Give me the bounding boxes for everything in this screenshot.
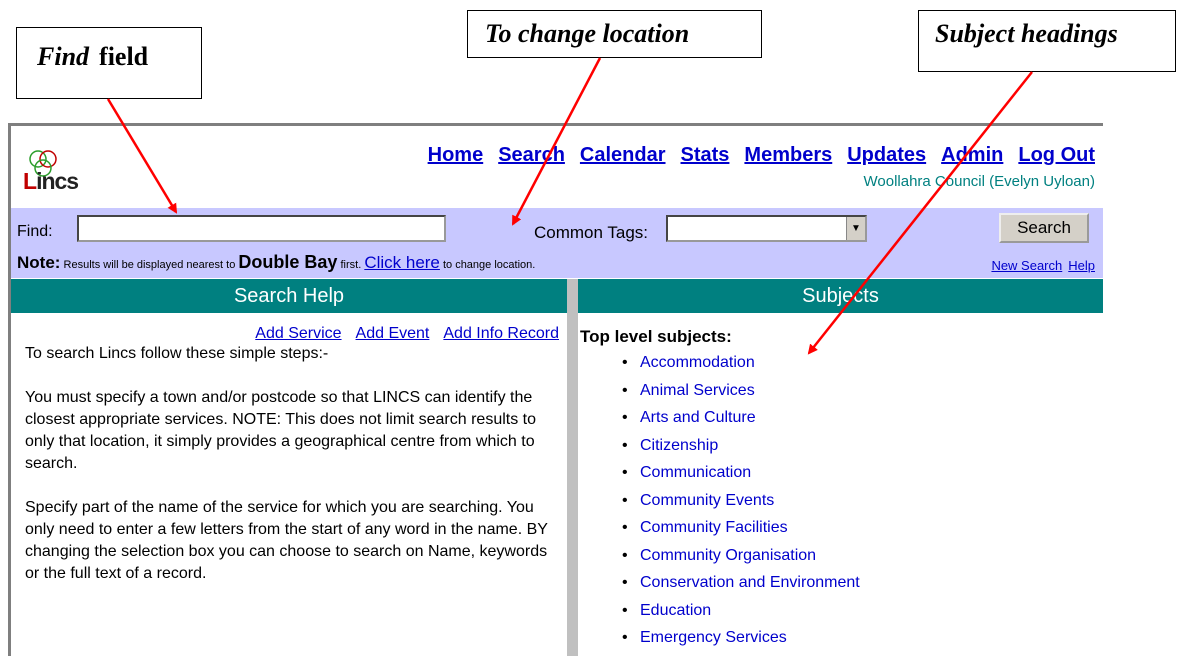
change-location-link[interactable]: Click here	[364, 253, 440, 272]
add-links: Add Service Add Event Add Info Record	[11, 313, 567, 343]
nav-admin[interactable]: Admin	[941, 144, 1003, 167]
find-input[interactable]	[77, 215, 446, 242]
nav-search[interactable]: Search	[498, 144, 565, 167]
find-bar: Find: Common Tags: ▼ Search Note: Result…	[11, 208, 1103, 278]
subject-link[interactable]: Communication	[622, 459, 1103, 487]
subject-link[interactable]: Emergency Services	[622, 624, 1103, 652]
new-search-link[interactable]: New Search	[991, 258, 1062, 273]
subjects-panel: Subjects Top level subjects: Accommodati…	[578, 279, 1103, 656]
subject-link[interactable]: Accommodation	[622, 349, 1103, 377]
help-link[interactable]: Help	[1068, 258, 1095, 273]
help-paragraph: Specify part of the name of the service …	[25, 499, 548, 582]
callout-subject-headings: Subject headings	[918, 10, 1176, 72]
callout-find-italic: Find	[37, 42, 90, 71]
subjects-heading: Subjects	[578, 279, 1103, 313]
common-tags-label: Common Tags:	[534, 223, 649, 242]
callout-change-location: To change location	[467, 10, 762, 58]
help-text: To search Lincs follow these simple step…	[11, 343, 567, 585]
subjects-title: Top level subjects:	[580, 327, 732, 346]
user-info: Woollahra Council (Evelyn Uyloan)	[863, 173, 1096, 190]
subject-link[interactable]: Animal Services	[622, 377, 1103, 405]
location-note: Note: Results will be displayed nearest …	[17, 252, 536, 272]
add-service-link[interactable]: Add Service	[255, 325, 341, 342]
utility-links: New Search Help	[985, 258, 1095, 273]
subject-link[interactable]: Arts and Culture	[622, 404, 1103, 432]
subject-link[interactable]: Community Events	[622, 487, 1103, 515]
search-help-panel: Search Help Add Service Add Event Add Info…	[11, 279, 567, 656]
column-divider	[567, 279, 578, 656]
current-location: Double Bay	[238, 252, 338, 272]
help-paragraph: To search Lincs follow these simple step…	[25, 345, 329, 362]
subject-link[interactable]: Community Organisation	[622, 542, 1103, 570]
search-button[interactable]: Search	[999, 213, 1089, 243]
add-info-record-link[interactable]: Add Info Record	[443, 325, 559, 342]
top-nav: Home Search Calendar Stats Members Updat…	[428, 144, 1095, 167]
nav-log-out[interactable]: Log Out	[1018, 144, 1095, 167]
nav-stats[interactable]: Stats	[681, 144, 730, 167]
subject-link[interactable]: Conservation and Environment	[622, 569, 1103, 597]
help-paragraph: You must specify a town and/or postcode …	[25, 389, 537, 472]
nav-updates[interactable]: Updates	[847, 144, 926, 167]
subject-link[interactable]: Community Facilities	[622, 514, 1103, 542]
search-help-heading: Search Help	[11, 279, 567, 313]
callout-find-field: Find field	[16, 27, 202, 99]
nav-calendar[interactable]: Calendar	[580, 144, 666, 167]
subjects-list: Accommodation Animal Services Arts and C…	[578, 349, 1103, 652]
nav-home[interactable]: Home	[428, 144, 484, 167]
common-tags-select[interactable]: ▼	[666, 215, 867, 242]
callout-find-rest: field	[99, 42, 149, 71]
browser-page: Lincs Home Search Calendar Stats Members…	[8, 123, 1103, 656]
subject-link[interactable]: Education	[622, 597, 1103, 625]
nav-members[interactable]: Members	[744, 144, 832, 167]
add-event-link[interactable]: Add Event	[356, 325, 430, 342]
lincs-logo-text: Lincs	[23, 168, 79, 194]
subject-link[interactable]: Citizenship	[622, 432, 1103, 460]
chevron-down-icon[interactable]: ▼	[846, 217, 865, 240]
find-label: Find:	[17, 223, 53, 240]
